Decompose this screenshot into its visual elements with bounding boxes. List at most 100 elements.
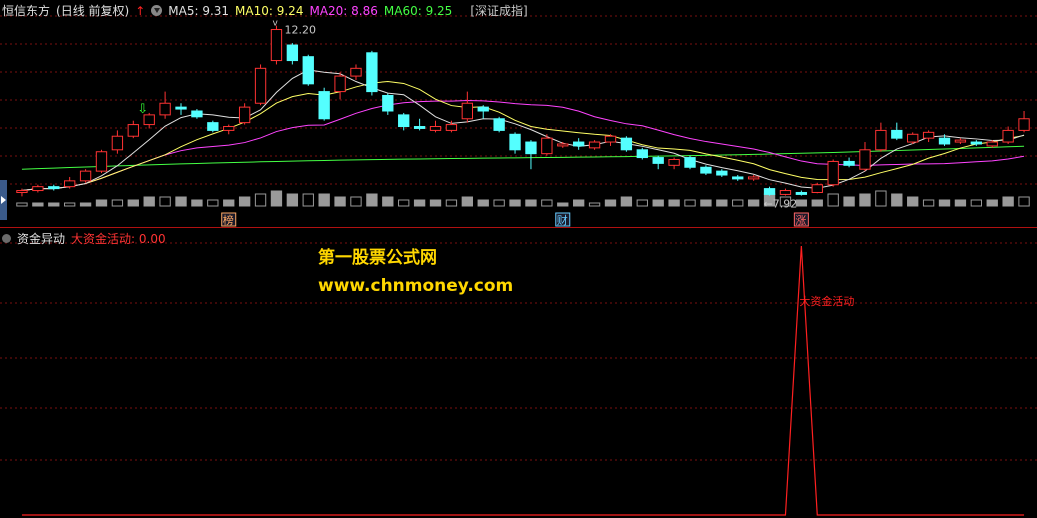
volume-bar (700, 199, 712, 207)
candle-body (302, 56, 314, 85)
candle-body (477, 106, 489, 112)
volume-bar (827, 193, 839, 207)
candle-body (286, 44, 299, 62)
candle-body (716, 170, 728, 176)
volume-bar (811, 199, 823, 207)
candle-body (907, 133, 919, 143)
sidebar-toggle-button[interactable] (0, 180, 7, 220)
volume-bar (413, 199, 426, 207)
volume-bar (445, 199, 458, 207)
candle-body (64, 180, 76, 188)
volume-bar (636, 199, 648, 207)
candle-body (986, 141, 998, 147)
candle-body (159, 102, 171, 116)
volume-bar (573, 199, 585, 207)
volume-bar (477, 199, 489, 207)
ma10-line (21, 81, 1025, 192)
volume-bar (922, 199, 935, 207)
volume-bar (970, 199, 982, 207)
volume-bar (620, 196, 633, 207)
chart-legend: 恒信东方 (日线 前复权) ↑ MA5: 9.31 MA10: 9.24 MA2… (2, 2, 528, 19)
volume-bar (191, 199, 203, 207)
indicator-name[interactable]: 资金异动 (17, 230, 65, 247)
candle-body (318, 91, 330, 120)
volume-bar (954, 199, 967, 207)
signal-line (21, 245, 1025, 516)
volume-bar (938, 199, 951, 207)
volume-bar (366, 193, 378, 207)
candle-body (1002, 129, 1014, 143)
indicator-chart[interactable]: 大资金活动 (0, 228, 1037, 518)
candle-body (350, 67, 362, 77)
candle-body (636, 149, 648, 159)
candle-body (238, 106, 251, 124)
candle-body (16, 190, 28, 193)
candle-body (970, 141, 982, 145)
volume-bar (223, 199, 235, 207)
volume-bar (1018, 196, 1030, 207)
candle-body (588, 141, 601, 149)
candle-body (747, 176, 760, 180)
candle-body (398, 114, 410, 128)
candle-body (525, 141, 537, 155)
volume-bar (588, 202, 601, 207)
candle-body (795, 191, 808, 195)
volume-bar (859, 193, 871, 207)
candle-body (573, 141, 585, 147)
event-marker-label: 财 (557, 213, 568, 227)
volume-bar (334, 196, 346, 207)
indicator-value: 大资金活动: 0.00 (71, 232, 166, 246)
candle-body (891, 129, 903, 139)
ma10-legend: MA10: 9.24 (235, 3, 304, 18)
candle-body (429, 126, 442, 131)
ma5-legend: MA5: 9.31 (168, 3, 230, 18)
buy-arrow-icon: ⇩ (137, 102, 148, 117)
candle-body (127, 124, 139, 137)
volume-bar (159, 196, 171, 207)
volume-bar (48, 202, 60, 207)
volume-bar (238, 196, 251, 207)
candle-body (557, 143, 569, 147)
indicator-dot-icon[interactable] (2, 234, 11, 243)
volume-bar (207, 199, 219, 207)
low-price-label: ←7.92 (764, 198, 798, 211)
volume-bar (350, 196, 362, 207)
watermark-title: 第一股票公式网 (318, 248, 437, 268)
volume-bar (143, 196, 155, 207)
candle-body (95, 151, 108, 172)
candle-body (111, 135, 124, 151)
candle-body (668, 159, 680, 166)
volume-bar (16, 202, 28, 207)
volume-bar (604, 199, 617, 207)
candle-body (541, 137, 553, 155)
volume-bar (254, 193, 267, 207)
volume-bar (95, 199, 108, 207)
volume-bar (652, 199, 664, 207)
candle-body (493, 118, 505, 131)
candle-body (175, 106, 187, 110)
watermark-url[interactable]: www.chnmoney.com (318, 276, 513, 296)
candle-body (79, 170, 92, 182)
signal-label: 大资金活动 (799, 294, 854, 308)
candle-body (922, 131, 935, 139)
price-chart[interactable]: 12.20 v ←7.92 ⇩ 榜 财 涨 (0, 0, 1037, 228)
volume-bar (747, 199, 760, 207)
candle-body (732, 176, 744, 180)
ma20-line (21, 100, 1025, 192)
candle-body (461, 102, 473, 120)
candle-body (270, 29, 283, 62)
index-name[interactable]: [深证成指] (470, 2, 527, 19)
volume-bar (795, 199, 808, 207)
volume-bar (127, 199, 139, 207)
candle-body (700, 166, 712, 174)
volume-bar (525, 199, 537, 207)
candle-body (859, 149, 871, 170)
volume-bar (875, 190, 887, 207)
ma60-line (21, 145, 1025, 170)
settings-icon[interactable] (151, 5, 163, 16)
stock-name[interactable]: 恒信东方 (2, 2, 50, 19)
candle-body (604, 135, 617, 143)
ma20-legend: MA20: 8.86 (309, 3, 378, 18)
volume-bar (891, 193, 903, 207)
candle-body (811, 184, 823, 193)
